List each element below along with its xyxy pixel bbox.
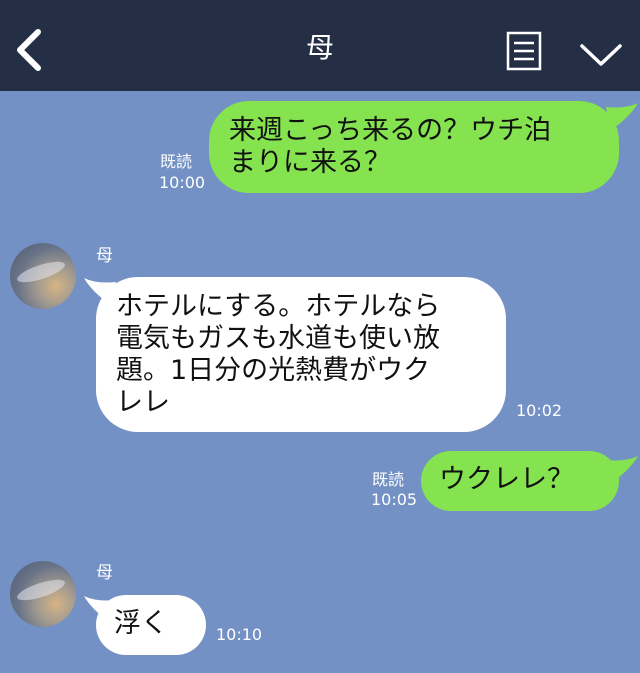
- message-time: 10:05: [371, 490, 418, 509]
- message-bubble[interactable]: 浮く: [96, 595, 206, 655]
- avatar[interactable]: [10, 561, 76, 627]
- message-time: 10:02: [516, 401, 563, 420]
- read-receipt: 既読: [160, 152, 193, 171]
- message-text-line: ホテルにする。ホテルなら: [116, 291, 441, 322]
- chat-title: 母: [305, 31, 334, 64]
- message-time: 10:10: [216, 625, 263, 644]
- message-bubble[interactable]: ウクレレ？: [421, 451, 619, 511]
- dropdown-button[interactable]: [578, 38, 624, 70]
- message-text-line: ウクレレ？: [439, 464, 574, 495]
- message-text-line: 題。1日分の光熱費がウク: [116, 355, 431, 386]
- read-receipt: 既読: [372, 470, 405, 489]
- back-button[interactable]: [8, 24, 52, 76]
- message-text-line: まりに来る？: [229, 147, 391, 178]
- message-text-line: 来週こっち来るの？ウチ泊: [229, 115, 552, 146]
- message-time: 10:00: [159, 173, 206, 192]
- chat-header: 母: [0, 0, 640, 91]
- menu-button[interactable]: [506, 31, 542, 71]
- chevron-down-icon: [580, 44, 622, 66]
- message-bubble[interactable]: 来週こっち来るの？ウチ泊 まりに来る？: [209, 101, 619, 193]
- message-text-line: 電気もガスも水道も使い放: [116, 323, 440, 354]
- avatar[interactable]: [10, 243, 76, 309]
- sender-name: 母: [96, 246, 113, 266]
- sender-name: 母: [96, 563, 113, 583]
- document-list-icon: [506, 31, 542, 71]
- chevron-left-icon: [17, 29, 41, 71]
- message-text-line: レレ: [116, 387, 170, 418]
- message-bubble[interactable]: ホテルにする。ホテルなら 電気もガスも水道も使い放 題。1日分の光熱費がウク レ…: [96, 277, 506, 432]
- message-text-line: 浮く: [114, 608, 168, 639]
